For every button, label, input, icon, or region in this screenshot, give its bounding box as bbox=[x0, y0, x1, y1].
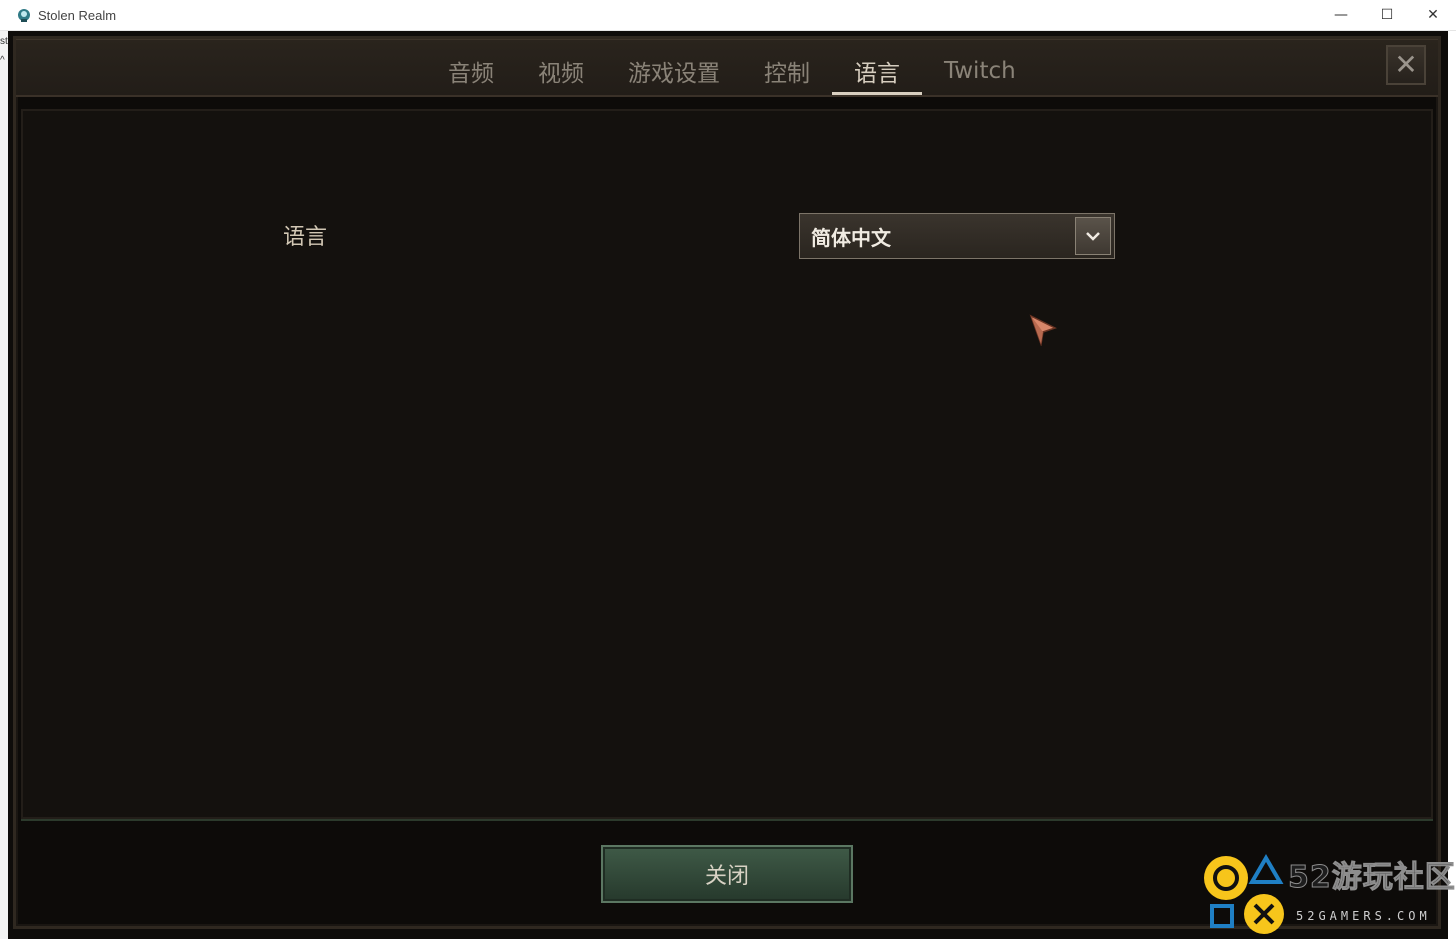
close-button[interactable]: 关闭 bbox=[601, 845, 853, 903]
minimize-button[interactable]: — bbox=[1318, 0, 1364, 30]
maximize-button[interactable]: ☐ bbox=[1364, 0, 1410, 30]
dialog-close-button[interactable]: ✕ bbox=[1386, 45, 1426, 85]
settings-tabbar: 音频 视频 游戏设置 控制 语言 Twitch ✕ bbox=[16, 39, 1438, 97]
edge-text: st bbox=[0, 36, 8, 47]
game-viewport: 音频 视频 游戏设置 控制 语言 Twitch ✕ 语言 简体中文 关闭 bbox=[8, 31, 1448, 939]
watermark-brand: 52游玩社区 bbox=[1288, 860, 1456, 896]
settings-content-panel: 语言 简体中文 bbox=[21, 109, 1433, 819]
background-window-edge: st ^ bbox=[0, 31, 8, 939]
tab-language[interactable]: 语言 bbox=[832, 47, 922, 95]
language-dropdown[interactable]: 简体中文 bbox=[799, 213, 1115, 259]
chevron-down-icon[interactable] bbox=[1075, 217, 1111, 255]
language-label: 语言 bbox=[283, 225, 328, 250]
app-icon bbox=[16, 7, 32, 23]
cursor-icon bbox=[1029, 314, 1059, 350]
tab-twitch[interactable]: Twitch bbox=[922, 47, 1038, 95]
edge-caret: ^ bbox=[0, 55, 5, 66]
watermark-url: 52GAMERS.COM bbox=[1296, 909, 1431, 923]
tab-game-settings[interactable]: 游戏设置 bbox=[606, 47, 742, 95]
tab-list: 音频 视频 游戏设置 控制 语言 Twitch bbox=[426, 39, 1038, 95]
tab-controls[interactable]: 控制 bbox=[742, 47, 832, 95]
window-titlebar: Stolen Realm — ☐ ✕ bbox=[0, 0, 1456, 31]
tab-video[interactable]: 视频 bbox=[516, 47, 606, 95]
close-icon: ✕ bbox=[1394, 48, 1418, 81]
window-close-button[interactable]: ✕ bbox=[1410, 0, 1456, 30]
window-title: Stolen Realm bbox=[38, 7, 117, 23]
footer-divider bbox=[21, 819, 1433, 821]
language-selected-value: 简体中文 bbox=[811, 225, 891, 250]
tab-audio[interactable]: 音频 bbox=[426, 47, 516, 95]
